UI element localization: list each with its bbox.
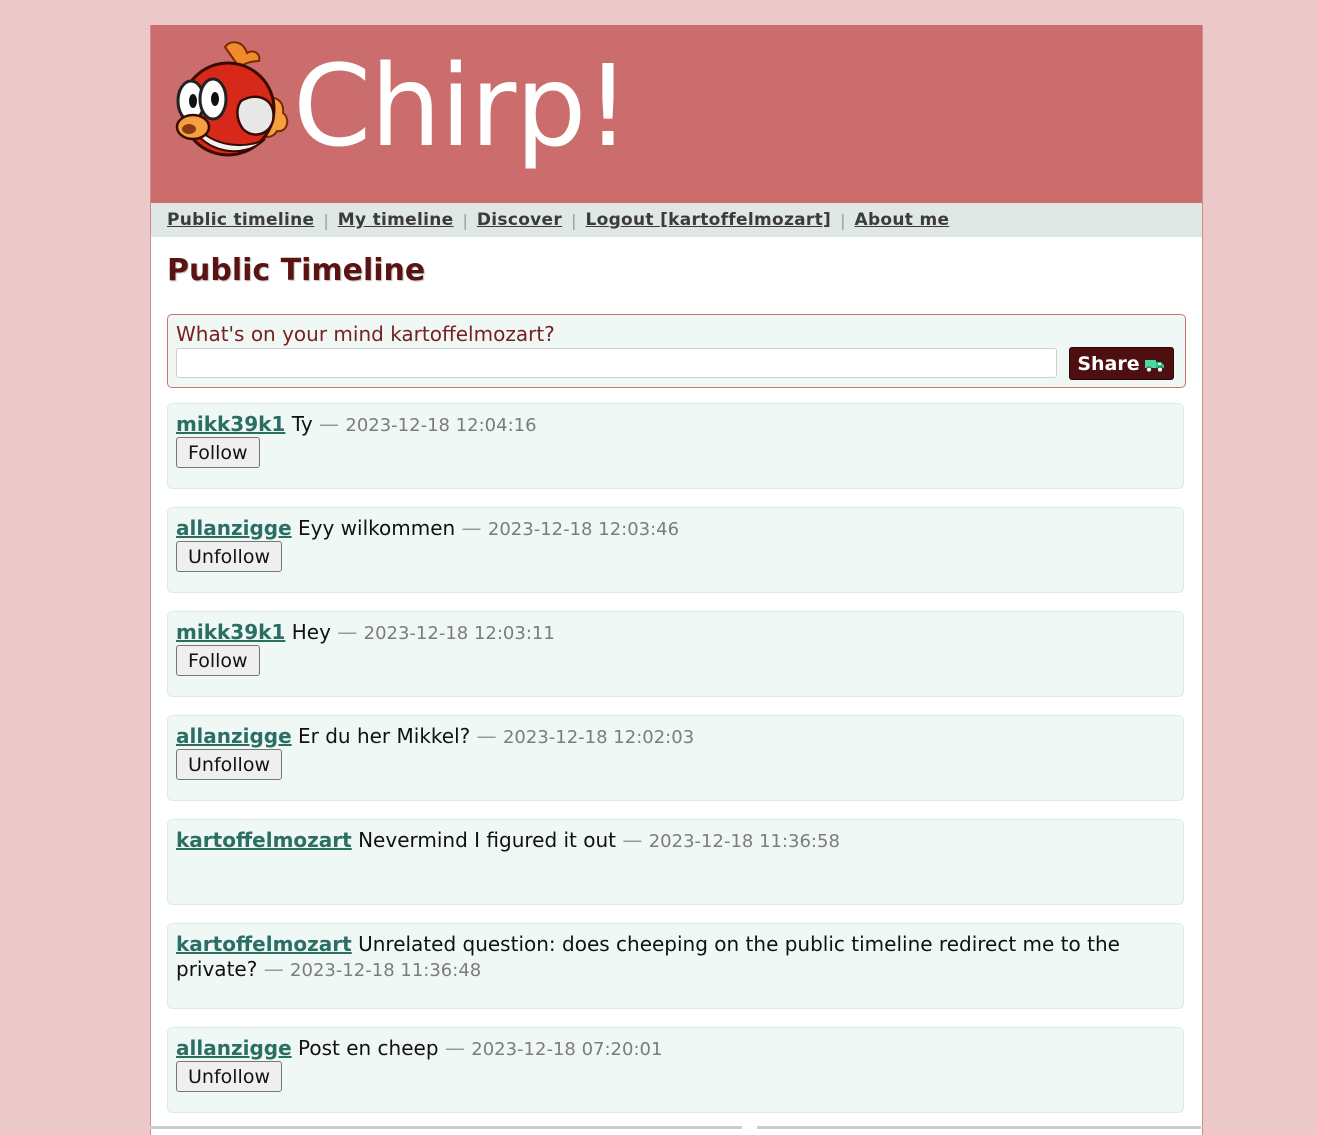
nav-discover[interactable]: Discover (477, 210, 562, 230)
cheep-dash: — (319, 412, 340, 436)
cheep-text: Ty (291, 412, 313, 436)
nav-bar: Public timeline | My timeline | Discover… (151, 203, 1202, 237)
share-button-label: Share (1077, 352, 1140, 375)
follow-button[interactable]: Follow (176, 645, 260, 676)
cheep-timestamp: 2023-12-18 11:36:48 (290, 960, 482, 981)
cheep-item: kartoffelmozart Nevermind I figured it o… (167, 819, 1184, 905)
nav-separator: | (840, 210, 846, 230)
nav-logout[interactable]: Logout [kartoffelmozart] (585, 210, 831, 230)
cheep-text: Hey (291, 620, 331, 644)
cheep-dash: — (461, 516, 482, 540)
page-container: Chirp! Public timeline | My timeline | D… (150, 25, 1203, 1135)
cheep-timestamp: 2023-12-18 12:03:11 (363, 623, 555, 644)
share-button[interactable]: Share (1069, 347, 1174, 380)
cheep-timestamp: 2023-12-18 11:36:58 (648, 831, 840, 852)
cheep-author-link[interactable]: allanzigge (176, 1036, 292, 1060)
cheep-item: allanzigge Post en cheep — 2023-12-18 07… (167, 1027, 1184, 1113)
cheep-content: allanzigge Er du her Mikkel? — 2023-12-1… (176, 724, 1143, 750)
nav-about-me[interactable]: About me (855, 210, 950, 230)
cheep-timestamp: 2023-12-18 12:03:46 (487, 519, 680, 540)
follow-button[interactable]: Follow (176, 437, 260, 468)
cheep-author-link[interactable]: mikk39k1 (176, 620, 285, 644)
cheep-dash: — (337, 620, 358, 644)
cheep-content: mikk39k1 Hey — 2023-12-18 12:03:11 (176, 620, 1143, 646)
truck-icon (1144, 359, 1164, 372)
unfollow-button[interactable]: Unfollow (176, 541, 282, 572)
cheep-dash: — (476, 724, 497, 748)
cheep-content: mikk39k1 Ty — 2023-12-18 12:04:16 (176, 412, 1143, 438)
cheep-author-link[interactable]: kartoffelmozart (176, 932, 352, 956)
site-header: Chirp! (151, 25, 1202, 203)
cheep-author-link[interactable]: allanzigge (176, 516, 292, 540)
cheep-content: allanzigge Eyy wilkommen — 2023-12-18 12… (176, 516, 1143, 542)
brand-title: Chirp! (293, 42, 630, 172)
cheep-author-link[interactable]: allanzigge (176, 724, 292, 748)
cheep-timestamp: 2023-12-18 07:20:01 (471, 1039, 663, 1060)
cheep-input[interactable] (176, 348, 1057, 378)
fish-logo-icon (175, 41, 289, 157)
page-title: Public Timeline (167, 253, 426, 288)
cheep-content: kartoffelmozart Unrelated question: does… (176, 932, 1143, 983)
cheep-author-link[interactable]: mikk39k1 (176, 412, 285, 436)
cheep-item: mikk39k1 Hey — 2023-12-18 12:03:11 Follow (167, 611, 1184, 697)
cheep-timestamp: 2023-12-18 12:02:03 (502, 727, 695, 748)
composer-label: What's on your mind kartoffelmozart? (176, 322, 555, 346)
nav-my-timeline[interactable]: My timeline (338, 210, 454, 230)
cheep-item: allanzigge Er du her Mikkel? — 2023-12-1… (167, 715, 1184, 801)
unfollow-button[interactable]: Unfollow (176, 1061, 282, 1092)
cheep-text: Post en cheep (298, 1036, 439, 1060)
cheep-text: Nevermind I figured it out (358, 828, 617, 852)
cheep-content: kartoffelmozart Nevermind I figured it o… (176, 828, 1143, 854)
nav-separator: | (571, 210, 577, 230)
nav-separator: | (462, 210, 468, 230)
cheep-content: allanzigge Post en cheep — 2023-12-18 07… (176, 1036, 1143, 1062)
cheep-text: Eyy wilkommen (298, 516, 456, 540)
cheep-item: allanzigge Eyy wilkommen — 2023-12-18 12… (167, 507, 1184, 593)
cheep-dash: — (622, 828, 643, 852)
cheep-composer: What's on your mind kartoffelmozart? Sha… (167, 314, 1186, 388)
cheep-text: Er du her Mikkel? (298, 724, 471, 748)
cheep-item: kartoffelmozart Unrelated question: does… (167, 923, 1184, 1009)
cheep-timestamp: 2023-12-18 12:04:16 (345, 415, 537, 436)
unfollow-button[interactable]: Unfollow (176, 749, 282, 780)
cheep-dash: — (444, 1036, 465, 1060)
cheep-dash: — (263, 957, 284, 981)
nav-public-timeline[interactable]: Public timeline (167, 210, 314, 230)
cheep-author-link[interactable]: kartoffelmozart (176, 828, 352, 852)
cheep-item: mikk39k1 Ty — 2023-12-18 12:04:16 Follow (167, 403, 1184, 489)
nav-separator: | (323, 210, 329, 230)
